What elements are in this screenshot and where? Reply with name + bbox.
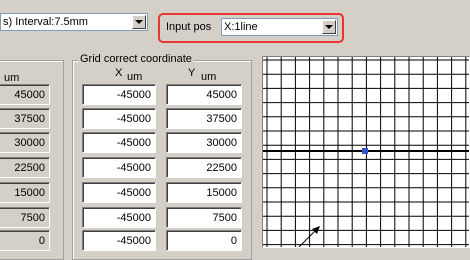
dropdown-arrow-icon[interactable]: [322, 20, 336, 34]
y-header: Y: [188, 67, 196, 79]
x-coordinate-field[interactable]: -45000: [82, 182, 156, 203]
axis-value-cell: 37500: [0, 108, 50, 129]
interval-combo[interactable]: s) Interval:7.5mm: [0, 13, 148, 31]
input-pos-label: Input pos: [166, 21, 212, 33]
left-unit-header: um: [4, 72, 20, 84]
input-pos-combo[interactable]: X:1line: [221, 18, 338, 36]
x-coordinate-field[interactable]: -45000: [82, 108, 156, 129]
x-coordinate-field[interactable]: -45000: [82, 132, 156, 153]
x-coordinate-field[interactable]: -45000: [82, 157, 156, 178]
axis-value-cell: 15000: [0, 182, 50, 203]
input-pos-value: X:1line: [224, 21, 258, 33]
axis-value-cell: 22500: [0, 157, 50, 178]
y-coordinate-field[interactable]: 22500: [166, 157, 242, 178]
y-coordinate-field[interactable]: 45000: [166, 84, 242, 105]
dropdown-arrow-icon[interactable]: [132, 15, 146, 29]
group-title: Grid correct coordinate: [78, 53, 194, 65]
interval-combo-text: s) Interval:7.5mm: [3, 16, 88, 28]
axis-value-cell: 30000: [0, 132, 50, 153]
y-coordinate-field[interactable]: 37500: [166, 108, 242, 129]
grid-plot: [263, 57, 469, 247]
x-unit: um: [127, 71, 143, 83]
x-header: X: [115, 67, 123, 79]
axis-value-cell: 45000: [0, 84, 50, 105]
y-coordinate-field[interactable]: 7500: [166, 207, 242, 228]
y-coordinate-field[interactable]: 15000: [166, 182, 242, 203]
x-coordinate-field[interactable]: -45000: [82, 207, 156, 228]
position-marker: [362, 148, 368, 154]
x-coordinate-field[interactable]: -45000: [82, 84, 156, 105]
y-coordinate-field[interactable]: 30000: [166, 132, 242, 153]
grid-canvas[interactable]: [262, 56, 470, 248]
axis-value-cell: 7500: [0, 207, 50, 228]
y-unit: um: [201, 71, 217, 83]
